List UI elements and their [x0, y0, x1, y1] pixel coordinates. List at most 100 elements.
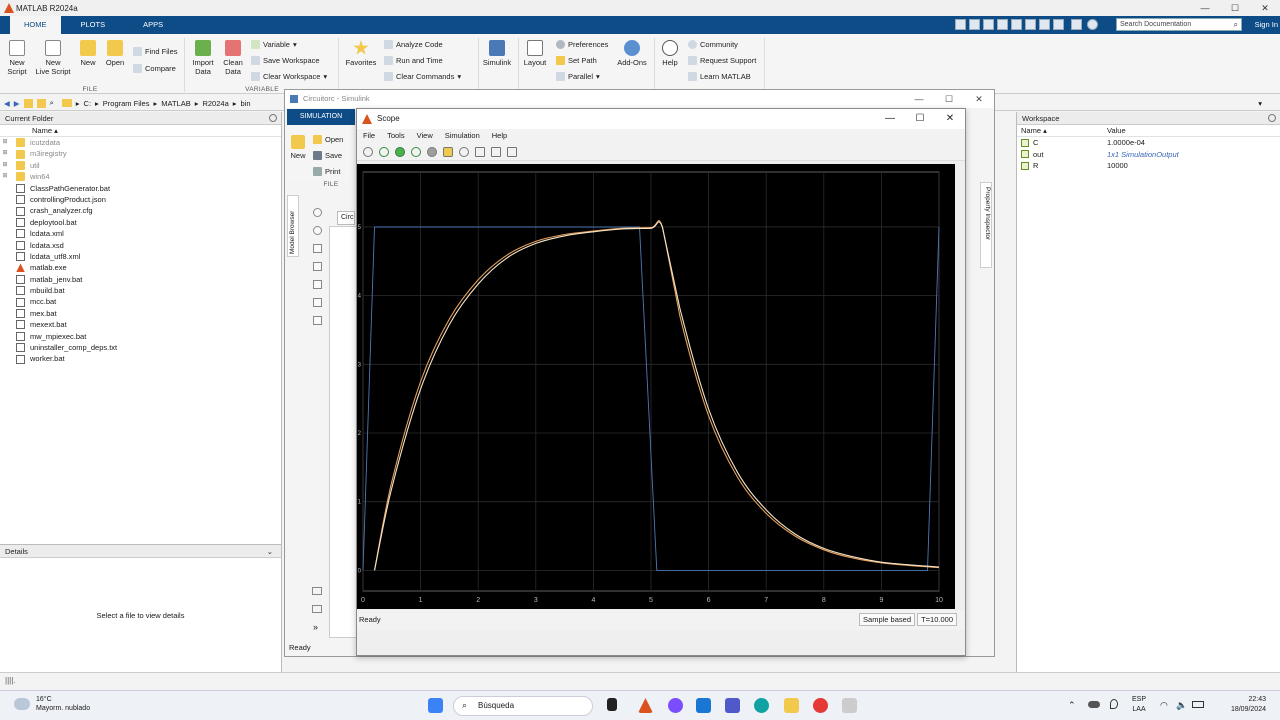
clean-data-button[interactable]: Clean Data [220, 40, 246, 76]
autoscale-icon[interactable] [475, 146, 485, 157]
parallel-button[interactable]: Parallel ▾ [556, 72, 600, 81]
close-button[interactable]: ✕ [964, 90, 994, 108]
list-item[interactable]: crash_analyzer.cfg [0, 205, 281, 216]
list-item[interactable]: ⊞ m3iregistry [0, 148, 281, 159]
find-files-button[interactable]: Find Files [133, 47, 178, 56]
hide-show-icon[interactable] [312, 208, 322, 217]
highlight-icon[interactable] [443, 146, 453, 157]
expand-icon[interactable]: ⊞ [0, 137, 10, 148]
column-header-name[interactable]: Name ▴ [1017, 125, 1107, 136]
open-model-button[interactable]: Open [313, 135, 343, 144]
breadcrumb-r2024a[interactable]: R2024a [202, 99, 228, 108]
minimize-button[interactable]: — [904, 90, 934, 108]
clear-workspace-button[interactable]: Clear Workspace ▾ [251, 72, 327, 81]
qat-undo-icon[interactable] [1011, 19, 1022, 30]
close-button[interactable]: ✕ [1250, 0, 1280, 16]
close-button[interactable]: ✕ [935, 109, 965, 129]
property-inspector-tab[interactable]: Property Inspector [980, 182, 992, 268]
workspace-row[interactable]: out 1x1 SimulationOutput [1017, 149, 1280, 161]
save-workspace-button[interactable]: Save Workspace [251, 56, 320, 65]
help-button[interactable]: Help [658, 40, 682, 67]
model-canvas[interactable] [329, 226, 357, 638]
maximize-button[interactable]: ☐ [1220, 0, 1250, 16]
details-header[interactable]: Details ⌄ [0, 545, 281, 558]
list-item[interactable]: lcdata.xsd [0, 240, 281, 251]
workspace-row[interactable]: R 10000 [1017, 160, 1280, 172]
expand-icon[interactable]: ⊞ [0, 160, 10, 171]
expand-icon[interactable]: ⊞ [0, 171, 10, 182]
copilot-icon[interactable] [668, 698, 683, 713]
step-back-icon[interactable] [379, 146, 389, 157]
community-button[interactable]: Community [688, 40, 738, 49]
new-button[interactable]: New [78, 40, 98, 67]
qat-save-icon[interactable] [955, 19, 966, 30]
maximize-button[interactable]: ☐ [934, 90, 964, 108]
sign-in-link[interactable]: Sign In [1255, 16, 1278, 34]
tab-apps[interactable]: APPS [119, 16, 177, 34]
qat-help-icon[interactable] [1071, 19, 1082, 30]
task-view-icon[interactable] [607, 698, 617, 711]
wifi-icon[interactable]: ◠ [1160, 700, 1168, 711]
search-documentation-input[interactable]: Search Documentation [1116, 18, 1242, 31]
list-item[interactable]: worker.bat [0, 353, 281, 364]
list-item[interactable]: matlab.exe [0, 262, 281, 273]
compare-button[interactable]: Compare [133, 64, 176, 73]
qat-layout-icon[interactable] [1053, 19, 1064, 30]
clock[interactable]: 22:43 18/09/2024 [1231, 695, 1266, 715]
taskbar-search[interactable]: Búsqueda [453, 696, 593, 716]
qat-copy-icon[interactable] [983, 19, 994, 30]
settings-icon[interactable] [363, 146, 373, 157]
menu-file[interactable]: File [363, 129, 375, 143]
search-icon[interactable]: ⌕ [1234, 20, 1238, 30]
column-header-name[interactable]: Name ▴ [0, 125, 281, 137]
zoom-icon[interactable] [459, 146, 469, 157]
tray-chevron-icon[interactable]: ⌃ [1068, 700, 1076, 711]
preferences-button[interactable]: Preferences [556, 40, 608, 49]
expand-icon[interactable]: » [313, 622, 318, 632]
camera-icon[interactable] [312, 587, 322, 595]
scope-plot[interactable]: 0 1 2 3 4 5 6 7 8 9 10 0 1 2 3 4 5 [357, 164, 955, 609]
print-model-button[interactable]: Print [313, 167, 340, 176]
area-icon[interactable] [312, 316, 322, 325]
matlab-taskbar-icon[interactable] [638, 698, 653, 713]
list-item[interactable]: mex.bat [0, 308, 281, 319]
edge-icon[interactable] [754, 698, 769, 713]
request-support-button[interactable]: Request Support [688, 56, 756, 65]
minimize-button[interactable]: — [875, 109, 905, 129]
menu-tools[interactable]: Tools [387, 129, 405, 143]
open-button[interactable]: Open [104, 40, 126, 67]
layout-button[interactable]: Layout [522, 40, 548, 67]
list-item[interactable]: deploytool.bat [0, 217, 281, 228]
list-item[interactable]: mcc.bat [0, 296, 281, 307]
learn-matlab-button[interactable]: Learn MATLAB [688, 72, 751, 81]
qat-cut-icon[interactable] [969, 19, 980, 30]
set-path-button[interactable]: Set Path [556, 56, 597, 65]
tab-plots[interactable]: PLOTS [61, 16, 120, 34]
new-model-button[interactable]: New [289, 135, 307, 160]
workspace-row[interactable]: C 1.0000e-04 [1017, 137, 1280, 149]
qat-question-icon[interactable] [1087, 19, 1098, 30]
list-item[interactable]: lcdata.xml [0, 228, 281, 239]
qat-redo-icon[interactable] [1025, 19, 1036, 30]
zoom-icon[interactable] [312, 226, 322, 235]
volume-icon[interactable]: 🔈 [1176, 700, 1187, 711]
minimize-button[interactable]: — [1190, 0, 1220, 16]
maximize-button[interactable]: ☐ [905, 109, 935, 129]
panel-actions-icon[interactable] [1268, 114, 1276, 122]
list-item[interactable]: ⊞ icutzdata [0, 137, 281, 148]
triggers-icon[interactable] [491, 146, 501, 157]
new-live-script-button[interactable]: New Live Script [34, 40, 72, 76]
toolbar-more-icon[interactable] [312, 605, 322, 613]
edit-icon[interactable] [507, 146, 517, 157]
address-dropdown-icon[interactable]: ▾ [1258, 99, 1262, 108]
forward-icon[interactable]: ▶ [14, 99, 20, 108]
battery-icon[interactable] [1192, 701, 1204, 708]
fit-to-view-icon[interactable] [312, 244, 322, 253]
teams-icon[interactable] [725, 698, 740, 713]
favorites-button[interactable]: Favorites [344, 40, 378, 67]
breadcrumb-drive[interactable]: C: [84, 99, 92, 108]
chrome-icon[interactable] [813, 698, 828, 713]
expand-icon[interactable]: ⊞ [0, 148, 10, 159]
simulink-button[interactable]: Simulink [480, 40, 514, 67]
canvas-breadcrumb[interactable]: Circ [337, 211, 355, 225]
